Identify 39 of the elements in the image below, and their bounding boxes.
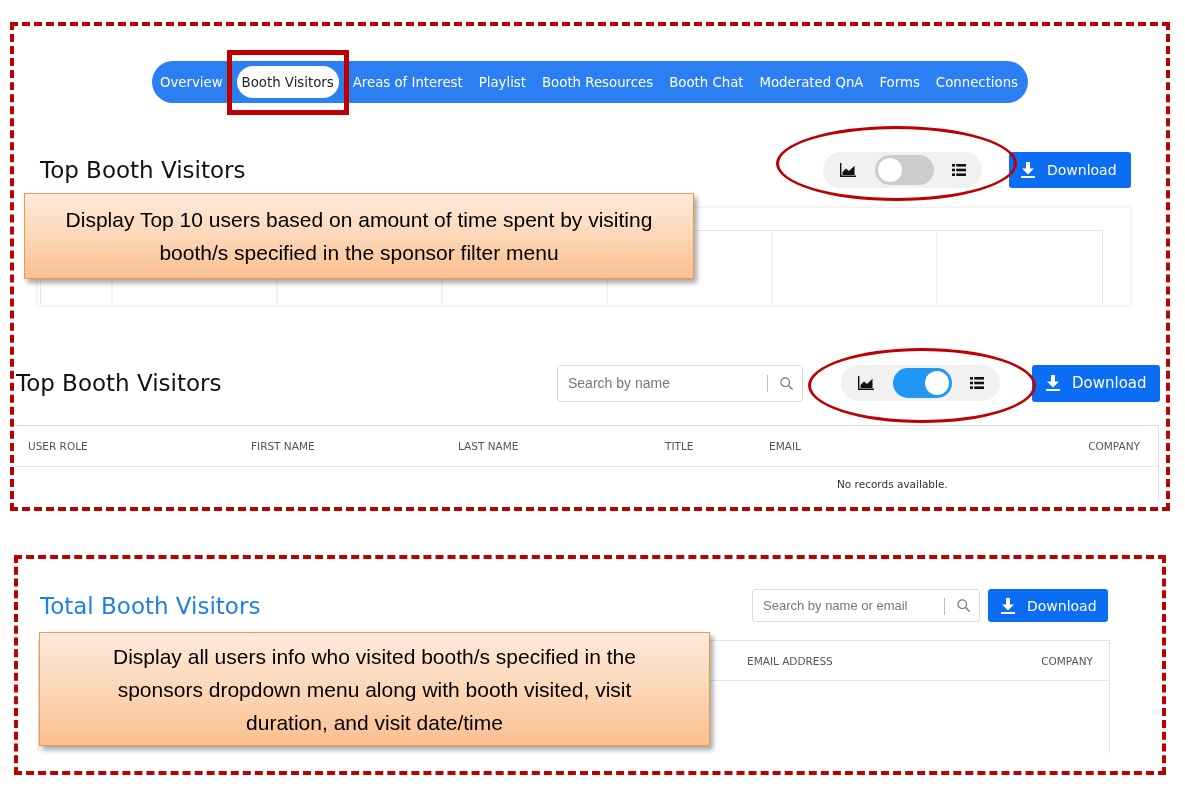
download-icon — [1046, 375, 1060, 391]
download-button[interactable]: Download — [1009, 152, 1131, 188]
section-title: Top Booth Visitors — [40, 157, 246, 183]
nav-tab[interactable]: Booth Visitors — [236, 66, 339, 98]
nav-tab[interactable]: Booth Chat — [661, 66, 752, 98]
list-icon — [970, 377, 984, 389]
nav-tab[interactable]: Moderated QnA — [751, 66, 872, 98]
download-icon — [1001, 597, 1015, 614]
list-icon — [952, 164, 966, 176]
column-header: TITLE — [665, 440, 695, 452]
download-button[interactable]: Download — [988, 589, 1108, 622]
search-icon — [957, 599, 970, 612]
area-chart-icon — [858, 376, 874, 390]
column-header: COMPANY — [1041, 654, 1093, 667]
nav-tab[interactable]: Connections — [927, 66, 1027, 98]
search-icon — [780, 376, 793, 390]
view-toggle[interactable] — [892, 368, 952, 398]
column-header: EMAIL ADDRESS — [747, 654, 833, 667]
column-header: LAST NAME — [458, 440, 520, 452]
download-icon — [1021, 162, 1035, 178]
nav-tab[interactable]: Overview — [151, 66, 231, 98]
nav-tab[interactable]: Booth Resources — [534, 66, 662, 98]
column-header: COMPANY — [1088, 440, 1140, 452]
nav-tab[interactable]: Forms — [871, 66, 928, 98]
callout-note: Display Top 10 users based on amount of time spent by visiting booth/s specified in the sponsor filter menu — [24, 193, 694, 279]
callout-note: Display all users info who visited booth/s specified in the sponsors dropdown menu along with booth visited, visit duration, and visit date/time — [39, 632, 710, 746]
search-field[interactable]: Search by name or email — [752, 589, 980, 622]
column-header: EMAIL — [769, 440, 802, 452]
column-header: FIRST NAME — [251, 440, 316, 452]
search-field[interactable]: Search by name — [557, 364, 803, 402]
area-chart-icon — [840, 163, 856, 177]
nav-tab[interactable]: Playlist — [470, 66, 534, 98]
column-header: USER ROLE — [28, 440, 89, 452]
download-button[interactable]: Download — [1032, 364, 1160, 402]
section-title: Top Booth Visitors — [16, 370, 223, 396]
nav-tab[interactable]: Areas of Interest — [344, 66, 471, 98]
section-title: Total Booth Visitors — [40, 592, 261, 619]
view-toggle[interactable] — [874, 155, 934, 185]
empty-table-message: No records available. — [837, 478, 948, 490]
